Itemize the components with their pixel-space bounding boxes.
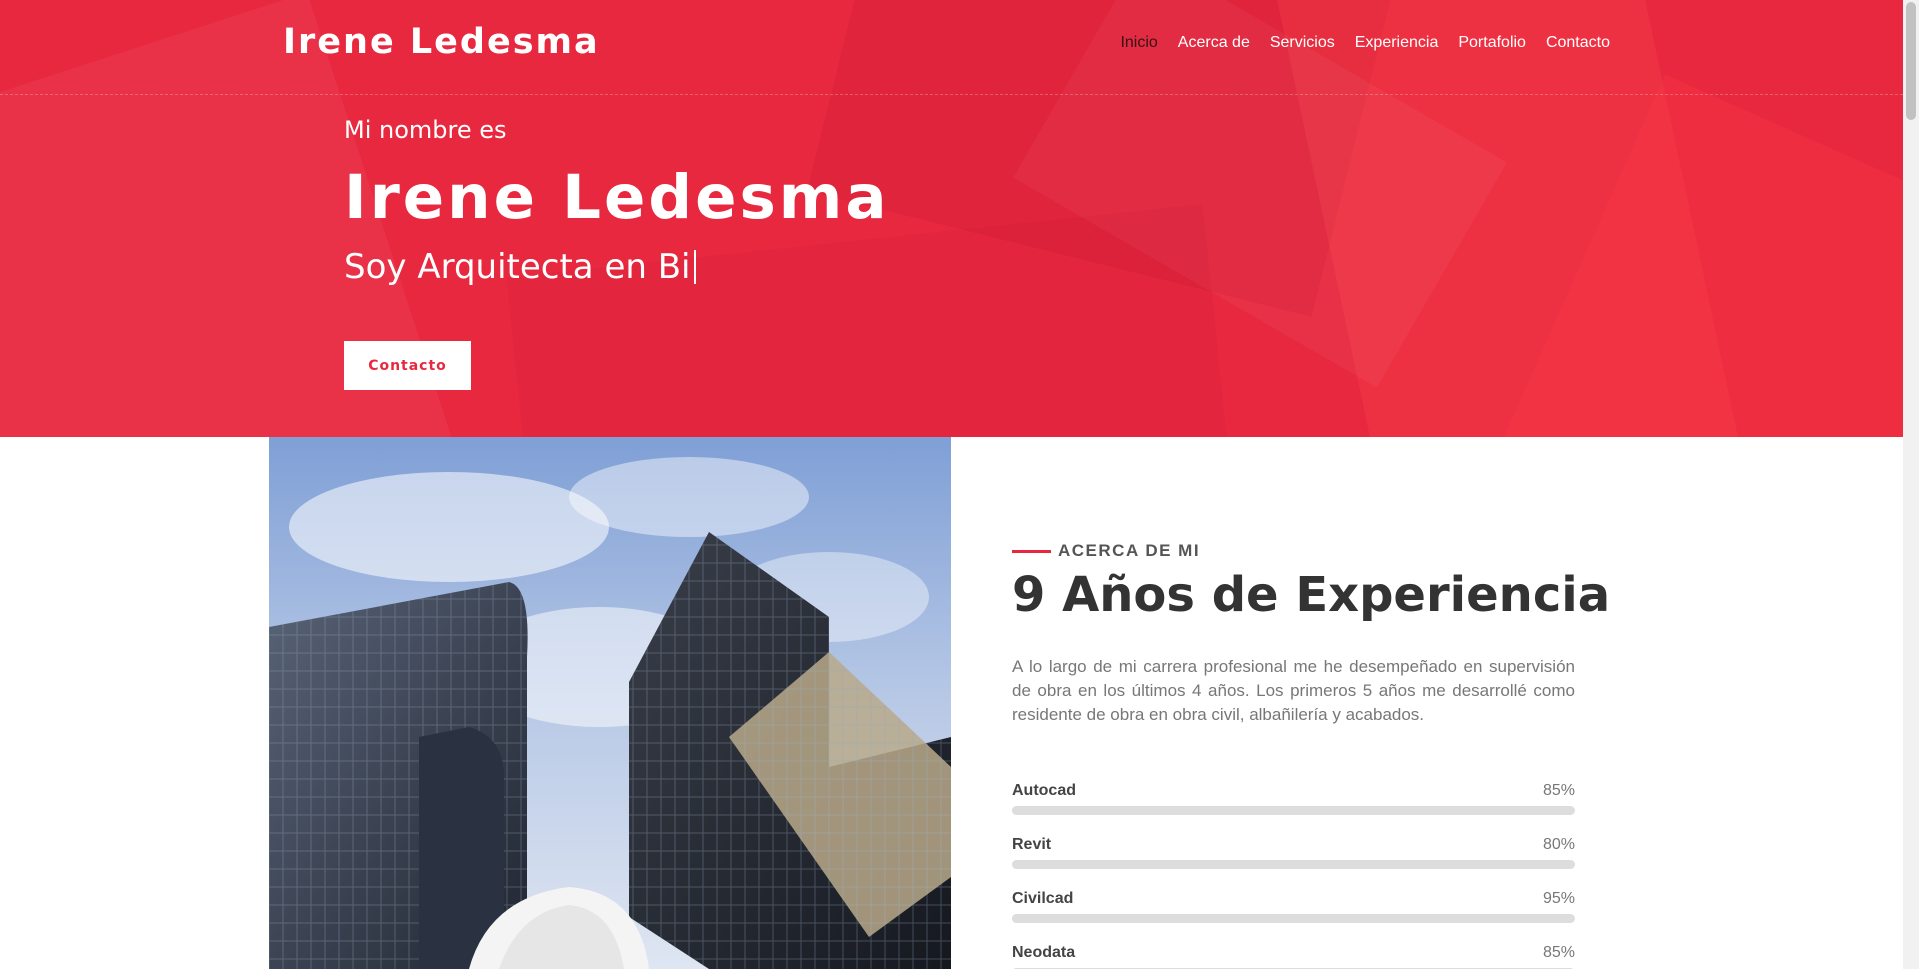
scrollbar-thumb[interactable]: [1906, 2, 1916, 120]
skill-name: Revit: [1012, 836, 1052, 853]
typing-caret: [693, 250, 696, 284]
nav-item-inicio[interactable]: Inicio: [1120, 34, 1157, 52]
skyscrapers-image: [269, 437, 951, 969]
about-eyebrow: ACERCA DE MI: [1012, 541, 1200, 561]
contact-button[interactable]: Contacto: [344, 341, 471, 390]
nav-item-portafolio[interactable]: Portafolio: [1458, 34, 1526, 52]
about-photo: [269, 437, 951, 969]
skill-value: 95%: [1542, 890, 1575, 907]
skill-item: Civilcad 95%: [1012, 890, 1575, 944]
skill-bar: [1012, 914, 1575, 923]
navbar: Irene Ledesma Inicio Acerca de Servicios…: [0, 0, 1903, 95]
nav-item-servicios[interactable]: Servicios: [1270, 34, 1335, 52]
skill-value: 85%: [1542, 944, 1575, 961]
skill-item: Revit 80%: [1012, 836, 1575, 890]
skill-bar-fill: [1012, 860, 1463, 869]
skill-item: Neodata 85%: [1012, 944, 1575, 969]
hero-section: Irene Ledesma Inicio Acerca de Servicios…: [0, 0, 1903, 437]
skill-name: Neodata: [1012, 944, 1076, 961]
about-eyebrow-label: ACERCA DE MI: [1058, 541, 1201, 560]
accent-line: [1012, 549, 1051, 553]
brand-logo[interactable]: Irene Ledesma: [283, 22, 600, 62]
skill-value: 85%: [1542, 782, 1575, 799]
hero-role: Soy Arquitecta en Bi: [344, 247, 890, 287]
skill-bar: [1012, 806, 1575, 815]
skill-bar: [1012, 860, 1575, 869]
page-scrollbar[interactable]: [1903, 0, 1919, 969]
skill-item: Autocad 85%: [1012, 782, 1575, 836]
skills-list: Autocad 85% Revit 80% Civilcad 95% Neoda…: [1012, 782, 1575, 969]
hero-text: Mi nombre es Irene Ledesma Soy Arquitect…: [344, 116, 890, 287]
hero-role-text: Soy Arquitecta en Bi: [344, 247, 691, 287]
skill-bar-fill: [1012, 806, 1491, 815]
nav-item-experiencia[interactable]: Experiencia: [1355, 34, 1439, 52]
skill-value: 80%: [1542, 836, 1575, 853]
skill-bar-fill: [1012, 914, 1547, 923]
nav-item-acerca-de[interactable]: Acerca de: [1178, 34, 1250, 52]
about-title: 9 Años de Experiencia: [1012, 567, 1611, 623]
hero-intro: Mi nombre es: [344, 116, 507, 144]
skill-name: Civilcad: [1012, 890, 1074, 907]
nav-item-contacto[interactable]: Contacto: [1546, 34, 1610, 52]
skill-name: Autocad: [1012, 782, 1076, 799]
main-nav: Inicio Acerca de Servicios Experiencia P…: [1120, 34, 1610, 52]
about-description: A lo largo de mi carrera profesional me …: [1012, 657, 1575, 724]
hero-name: Irene Ledesma: [344, 162, 890, 233]
